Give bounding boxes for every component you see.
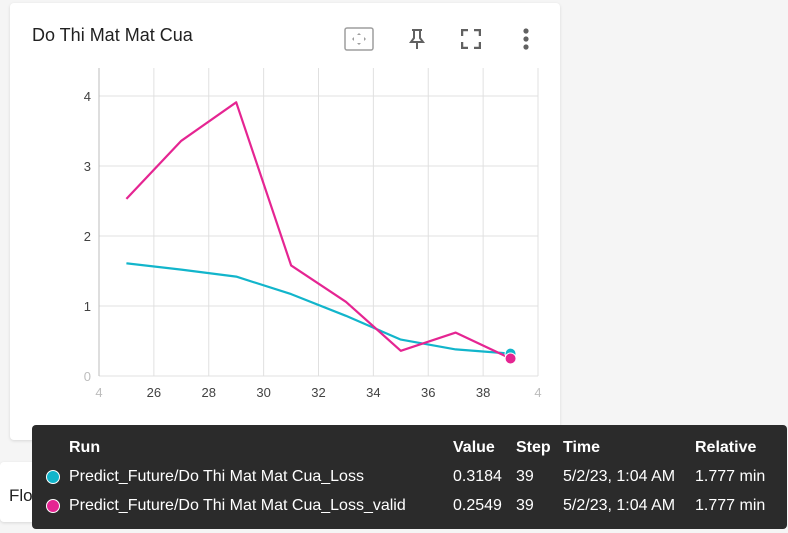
line-chart[interactable]: 4 26 28 30 32 34 36 38 4 0 1 2 3 4 <box>0 0 560 440</box>
tooltip: Run Value Step Time Relative Predict_Fut… <box>32 425 787 529</box>
x-tick-label: 38 <box>476 385 490 400</box>
tooltip-header-value: Value <box>453 439 495 456</box>
tooltip-header-run: Run <box>69 439 101 456</box>
tooltip-step: 39 <box>516 468 534 485</box>
y-tick-label: 2 <box>84 229 91 244</box>
tooltip-run-name: Predict_Future/Do Thi Mat Mat Cua_Loss <box>69 468 364 485</box>
tooltip-run-name: Predict_Future/Do Thi Mat Mat Cua_Loss_v… <box>69 497 406 514</box>
x-tick-label: 26 <box>147 385 161 400</box>
tooltip-header-time: Time <box>563 439 601 456</box>
series-color-dot <box>46 470 60 484</box>
x-tick-label: 34 <box>366 385 380 400</box>
tooltip-time: 5/2/23, 1:04 AM <box>563 497 676 514</box>
x-tick-label: 4 <box>534 385 541 400</box>
chart-svg[interactable]: 4 26 28 30 32 34 36 38 401234 <box>0 0 560 440</box>
tooltip-value: 0.3184 <box>453 468 502 485</box>
y-tick-label: 1 <box>84 299 91 314</box>
x-tick-label: 36 <box>421 385 435 400</box>
x-tick-label: 32 <box>311 385 325 400</box>
y-tick-label: 3 <box>84 159 91 174</box>
hover-point-loss-valid <box>504 352 517 365</box>
tooltip-time: 5/2/23, 1:04 AM <box>563 468 676 485</box>
x-tick-label: 4 <box>95 385 102 400</box>
x-tick-label: 28 <box>202 385 216 400</box>
tooltip-header-step: Step <box>516 439 551 456</box>
tooltip-step: 39 <box>516 497 534 514</box>
tooltip-relative: 1.777 min <box>695 468 766 485</box>
y-tick-label: 4 <box>84 89 91 104</box>
tooltip-relative: 1.777 min <box>695 497 766 514</box>
y-tick-label: 0 <box>84 369 91 384</box>
x-tick-label: 30 <box>256 385 270 400</box>
tooltip-header-relative: Relative <box>695 439 757 456</box>
tooltip-value: 0.2549 <box>453 497 502 514</box>
series-color-dot <box>46 499 60 513</box>
